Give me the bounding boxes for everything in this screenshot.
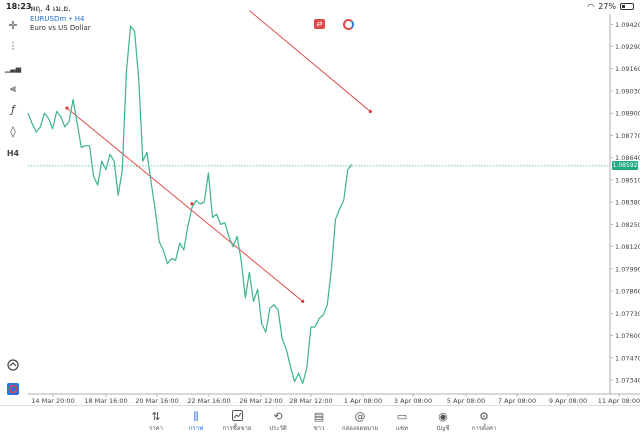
nav-trade[interactable]: การซื้อขาย xyxy=(214,410,260,433)
current-price-tag: 1.08592 xyxy=(612,161,638,171)
broker-logo xyxy=(7,383,19,395)
symbol-description: Euro vs US Dollar xyxy=(30,24,91,32)
y-tick-label: 1.08380 xyxy=(615,199,640,207)
trendline xyxy=(66,107,303,302)
settings-icon: ⚙ xyxy=(479,410,489,423)
nav-mailbox-label: กล่องจดหมาย xyxy=(341,425,379,432)
y-tick-label: 1.09290 xyxy=(615,43,640,51)
x-tick-label: 26 Mar 12:00 xyxy=(239,397,282,405)
symbol-info: EURUSDm • H4 Euro vs US Dollar xyxy=(30,15,91,33)
history-icon: ⟲ xyxy=(273,410,283,423)
nav-chat[interactable]: ▭ แชท xyxy=(379,410,425,433)
trading-signal-icon[interactable] xyxy=(343,19,354,30)
x-tick-label: 18 Mar 16:00 xyxy=(84,397,127,405)
y-tick-label: 1.08770 xyxy=(615,132,640,140)
trendline-anchor xyxy=(301,299,305,303)
y-tick-label: 1.09420 xyxy=(615,21,640,29)
chart-icon: ⫼ xyxy=(193,410,199,423)
chat-icon: ▭ xyxy=(396,410,408,423)
shapes-icon[interactable]: ◊ xyxy=(4,122,22,140)
nav-chat-label: แชท xyxy=(396,425,408,432)
x-tick-label: 9 Apr 08:00 xyxy=(549,397,587,405)
x-tick-label: 3 Apr 08:00 xyxy=(394,397,432,405)
y-tick-label: 1.08900 xyxy=(615,110,640,118)
trendline-anchor xyxy=(65,106,69,110)
y-tick-label: 1.07470 xyxy=(615,354,640,362)
y-tick-label: 1.07730 xyxy=(615,310,640,318)
nav-trade-label: การซื้อขาย xyxy=(222,425,252,432)
nav-settings-label: การตั้งค่า xyxy=(471,425,497,432)
nav-settings[interactable]: ⚙ การตั้งค่า xyxy=(461,410,507,433)
x-tick-label: 22 Mar 16:00 xyxy=(187,397,230,405)
nav-accounts-label: บัญชี xyxy=(436,425,450,432)
price-chart[interactable]: 1.09420 1.09290 1.09160 1.09030 1.08900 1.087… xyxy=(0,0,640,405)
y-tick-label: 1.07990 xyxy=(615,265,640,273)
trade-icon xyxy=(214,410,260,424)
trading-signals-icon[interactable] xyxy=(4,356,22,374)
nav-chart[interactable]: ⫼ กราฟ xyxy=(173,410,219,433)
x-tick-label: 1 Apr 08:00 xyxy=(344,397,382,405)
timeframe-label[interactable]: H4 xyxy=(4,144,22,162)
bottom-navigation: ⇅ ราคา ⫼ กราฟ การซื้อขาย ⟲ ประวัติ ▤ ข่า… xyxy=(0,405,640,447)
y-tick-label: 1.09160 xyxy=(615,65,640,73)
nav-chart-label: กราฟ xyxy=(188,425,204,432)
y-tick-label: 1.07860 xyxy=(615,288,640,296)
nav-news-label: ข่าว xyxy=(313,425,325,432)
mailbox-icon: @ xyxy=(354,410,366,423)
nav-news[interactable]: ▤ ข่าว xyxy=(296,410,342,433)
y-tick-label: 1.08510 xyxy=(615,176,640,184)
symbol-title[interactable]: EURUSDm • H4 xyxy=(30,15,91,24)
left-toolbar: ✛ ⫶ ▁▃▅ ⫷ ƒ ◊ H4 xyxy=(0,14,26,404)
trendline-anchor xyxy=(368,109,372,114)
y-tick-label: 1.08250 xyxy=(615,221,640,229)
signal-gauge-icon xyxy=(7,359,19,371)
candles-icon[interactable]: ⫶ xyxy=(4,38,22,56)
y-tick-label: 1.07600 xyxy=(615,332,640,340)
nav-history-label: ประวัติ xyxy=(269,425,287,432)
y-tick-label: 1.07340 xyxy=(615,377,640,385)
news-icon: ▤ xyxy=(313,410,325,423)
bar-chart-icon[interactable]: ▁▃▅ xyxy=(4,60,22,78)
chart-top-icons: ⇄ xyxy=(314,19,354,30)
nav-accounts[interactable]: ◉ บัญชี xyxy=(420,410,466,433)
x-tick-label: 28 Mar 12:00 xyxy=(289,397,332,405)
x-tick-label: 7 Apr 08:00 xyxy=(498,397,536,405)
broker-logo-icon[interactable] xyxy=(4,380,22,398)
one-click-trading-icon[interactable]: ⇄ xyxy=(314,19,325,29)
nav-mailbox[interactable]: @ กล่องจดหมาย xyxy=(337,410,383,433)
function-icon[interactable]: ƒ xyxy=(4,100,22,118)
crosshair-icon[interactable]: ✛ xyxy=(4,16,22,34)
price-line-series xyxy=(27,25,353,384)
x-tick-label: 14 Mar 20:00 xyxy=(31,397,74,405)
y-tick-label: 1.08120 xyxy=(615,243,640,251)
indicators-icon[interactable]: ⫷ xyxy=(4,80,22,98)
accounts-icon: ◉ xyxy=(438,410,448,423)
x-tick-label: 11 Apr 08:00 xyxy=(598,397,640,405)
x-tick-label: 20 Mar 16:00 xyxy=(135,397,178,405)
x-tick-label: 5 Apr 08:00 xyxy=(447,397,485,405)
y-tick-label: 1.09030 xyxy=(615,87,640,95)
nav-history[interactable]: ⟲ ประวัติ xyxy=(255,410,301,433)
